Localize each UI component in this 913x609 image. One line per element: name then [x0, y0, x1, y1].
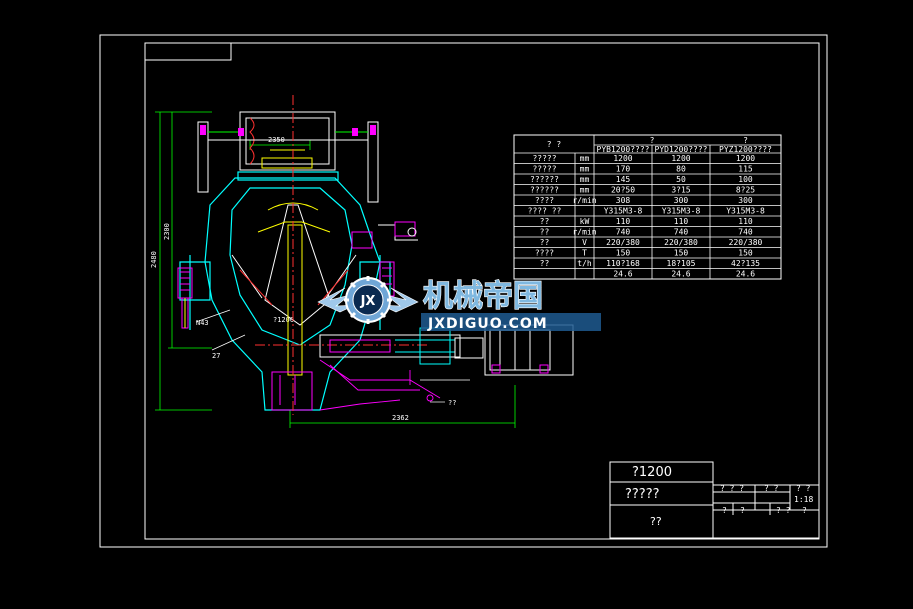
spec-cell-r8-c1: V [582, 238, 587, 247]
spec-cell-r9-c4: 150 [738, 249, 753, 258]
spec-cell-r1-c1: mm [580, 165, 590, 174]
watermark-chinese: 机械帝国 [423, 279, 543, 314]
title-row2-b: ? [740, 506, 745, 515]
lube-pipes [319, 359, 441, 411]
feed-hopper [239, 111, 336, 171]
countershaft [319, 327, 484, 365]
spec-cell-r7-c3: 740 [674, 228, 689, 237]
title-row1-a: ? ? ? [720, 484, 744, 493]
spec-cell-r4-c3: 300 [674, 196, 689, 205]
spec-cell-r3-c2: 20?50 [611, 186, 635, 195]
spec-cell-r4-c2: 308 [616, 196, 631, 205]
spec-cell-r10-c0: ?? [540, 259, 550, 268]
spec-header-param: ? ? [547, 140, 562, 149]
spec-cell-r5-c3: Y315M3-8 [662, 207, 701, 216]
spec-cell-r5-c0: ???? ?? [528, 207, 562, 216]
title-name: ????? [625, 487, 660, 502]
spec-cell-r7-c1: r/min [572, 228, 596, 237]
spec-cell-r9-c1: T [582, 249, 587, 258]
dim-n43-label: N43 [196, 319, 209, 327]
spec-cell-r1-c4: 115 [738, 165, 753, 174]
spec-cell-r2-c4: 100 [738, 175, 753, 184]
spec-cell-r0-c2: 1200 [613, 154, 632, 163]
spec-cell-r8-c2: 220/380 [606, 238, 640, 247]
dim-2300-label: 2300 [163, 223, 171, 240]
title-bottom: ?? [650, 515, 662, 528]
spec-cell-r0-c4: 1200 [736, 154, 755, 163]
title-model: ?1200 [632, 465, 672, 480]
spec-cell-r2-c0: ?????? [530, 175, 559, 184]
spec-cell-r8-c0: ?? [540, 238, 550, 247]
cone-crusher-drawing: 2480 2300 2362 2350 ?1200 N43 27 ?? [150, 95, 574, 428]
spec-subheader-2: PYB1200???? [597, 145, 650, 154]
spec-cell-r5-c2: Y315M3-8 [604, 207, 643, 216]
spec-header-model: ? [650, 136, 655, 145]
spec-cell-r4-c1: r/min [572, 196, 596, 205]
spec-cell-r9-c3: 150 [674, 249, 689, 258]
spec-cell-r1-c3: 80 [676, 165, 686, 174]
spec-cell-r6-c1: kW [580, 217, 590, 226]
spec-subheader-3: PYD1200???? [655, 145, 708, 154]
title-row1-b: ? ? [764, 484, 779, 493]
spec-cell-r4-c4: 300 [738, 196, 753, 205]
spec-cell-r3-c4: 8?25 [736, 186, 755, 195]
dim-1200-label: ?1200 [273, 316, 294, 324]
spec-cell-r10-c1: t/h [577, 259, 592, 268]
spec-cell-r10-c3: 18?105 [667, 259, 696, 268]
electric-motor [484, 324, 574, 376]
dim-2362-label: 2362 [392, 414, 409, 422]
spec-cell-r2-c2: 145 [616, 175, 631, 184]
cad-drawing-canvas: 2480 2300 2362 2350 ?1200 N43 27 ?? ? ? … [99, 34, 828, 548]
spec-cell-r10-c4: 42?135 [731, 259, 760, 268]
title-scale: 1:18 [794, 495, 813, 504]
title-row2-c: ? ? [776, 506, 791, 515]
title-row2-a: ? [722, 506, 727, 515]
spec-cell-r3-c0: ?????? [530, 186, 559, 195]
spec-cell-r10-c2: 110?168 [606, 259, 640, 268]
spec-cell-r6-c2: 110 [616, 217, 631, 226]
spec-cell-r11-c3: 24.6 [671, 270, 690, 279]
spec-cell-r8-c4: 220/380 [729, 238, 763, 247]
spec-cell-r8-c3: 220/380 [664, 238, 698, 247]
spec-cell-r9-c2: 150 [616, 249, 631, 258]
dim-77-label: ?? [448, 399, 456, 407]
tension-rods [197, 121, 379, 203]
spec-cell-r6-c4: 110 [738, 217, 753, 226]
title-row2-d: ? [802, 506, 807, 515]
spec-cell-r0-c0: ????? [532, 154, 556, 163]
corner-label-box [144, 42, 232, 61]
spec-cell-r11-c4: 24.6 [736, 270, 755, 279]
spec-cell-r2-c3: 50 [676, 175, 686, 184]
title-row1-c: ? ? [796, 484, 811, 493]
spec-cell-r0-c3: 1200 [671, 154, 690, 163]
spec-cell-r6-c3: 110 [674, 217, 689, 226]
spec-cell-r11-c2: 24.6 [613, 270, 632, 279]
spec-cell-r6-c0: ?? [540, 217, 550, 226]
spec-cell-r3-c3: 3?15 [671, 186, 690, 195]
spec-cell-r9-c0: ???? [535, 249, 554, 258]
spec-cell-r7-c4: 740 [738, 228, 753, 237]
watermark-english: JXDIGUO.COM [427, 316, 548, 332]
watermark: JX 机械帝国 JXDIGUO.COM [317, 276, 601, 332]
right-bracket [351, 221, 418, 249]
spec-cell-r5-c4: Y315M3-8 [726, 207, 765, 216]
spec-subheader-4: PYZ1200???? [719, 145, 772, 154]
dim-2480-label: 2480 [150, 251, 158, 268]
spec-cell-r1-c2: 170 [616, 165, 631, 174]
dim-27-label: 27 [212, 352, 220, 360]
spec-table: ? ?? ?PYB1200???? PYD1200???? PYZ1200??????… [513, 134, 782, 280]
spec-cell-r4-c0: ???? [535, 196, 554, 205]
spec-cell-r7-c2: 740 [616, 228, 631, 237]
spec-header-model-2: ? [743, 136, 748, 145]
spec-cell-r3-c1: mm [580, 186, 590, 195]
spec-cell-r2-c1: mm [580, 175, 590, 184]
spec-cell-r7-c0: ?? [540, 228, 550, 237]
watermark-logo-letters: JX [360, 294, 376, 309]
spec-cell-r1-c0: ????? [532, 165, 556, 174]
spec-cell-r0-c1: mm [580, 154, 590, 163]
